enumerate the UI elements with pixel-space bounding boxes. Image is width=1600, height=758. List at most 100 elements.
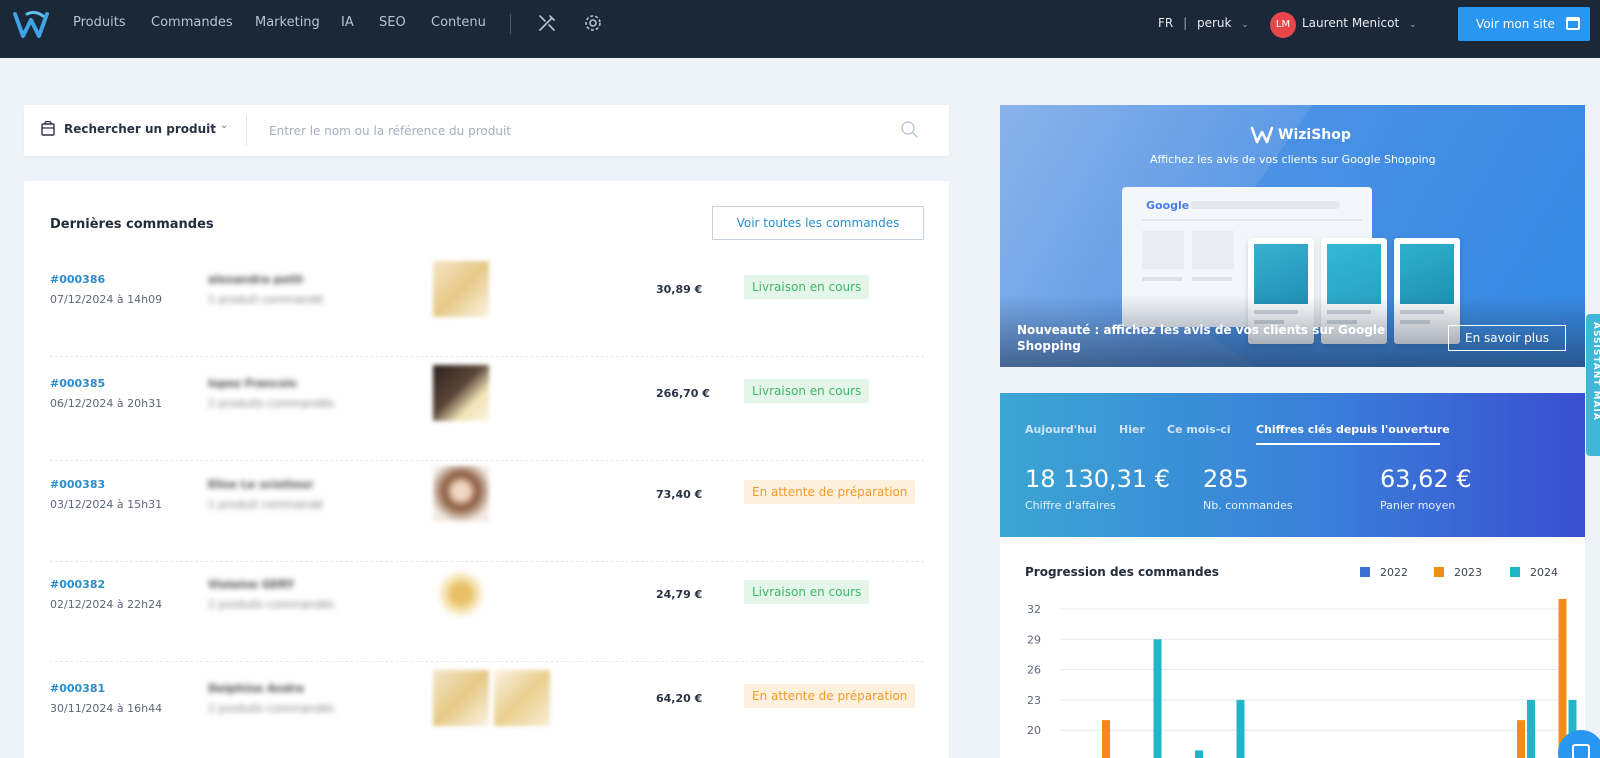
kpi-orders-label: Nb. commandes bbox=[1203, 499, 1293, 512]
chevron-down-icon[interactable]: ⌄ bbox=[220, 120, 228, 131]
kpi-revenue-value: 18 130,31 € bbox=[1025, 465, 1171, 493]
banner-brand: WiziShop bbox=[1278, 127, 1351, 143]
learn-more-button[interactable]: En savoir plus bbox=[1448, 325, 1566, 351]
bar-2024[interactable] bbox=[1153, 639, 1162, 758]
nav-marketing[interactable]: Marketing bbox=[255, 15, 320, 30]
bar-2024[interactable] bbox=[1236, 699, 1245, 758]
order-number[interactable]: #000385 bbox=[50, 377, 105, 390]
nav-ia[interactable]: IA bbox=[341, 15, 354, 30]
design-tools-icon[interactable] bbox=[537, 13, 557, 33]
order-number[interactable]: #000383 bbox=[50, 478, 105, 491]
search-separator bbox=[246, 115, 247, 146]
user-menu[interactable]: Laurent Menicot ⌄ bbox=[1302, 16, 1417, 30]
tab-yesterday[interactable]: Hier bbox=[1119, 423, 1145, 436]
google-shopping-banner[interactable]: WiziShop Affichez les avis de vos client… bbox=[1000, 105, 1585, 367]
nav-commandes[interactable]: Commandes bbox=[151, 15, 233, 30]
bar-2023[interactable] bbox=[1102, 720, 1110, 758]
gear-icon[interactable] bbox=[583, 13, 603, 33]
nav-seo[interactable]: SEO bbox=[379, 15, 406, 30]
y-tick-label: 20 bbox=[1027, 724, 1041, 737]
see-all-orders-button[interactable]: Voir toutes les commandes bbox=[712, 206, 924, 240]
order-date: 07/12/2024 à 14h09 bbox=[50, 293, 163, 306]
bar-2023[interactable] bbox=[1558, 598, 1567, 758]
orders-progression-card: Progression des commandes 2022 2023 2024… bbox=[1000, 537, 1585, 758]
order-amount: 30,89 € bbox=[656, 283, 703, 296]
product-tile-mockup bbox=[1142, 231, 1184, 269]
row-divider bbox=[50, 661, 924, 662]
legend-swatch bbox=[1434, 567, 1444, 577]
order-row[interactable]: #000385 06/12/2024 à 20h31 lopez Francoi… bbox=[50, 361, 924, 461]
row-divider bbox=[50, 460, 924, 461]
product-count: 2 produits commandés bbox=[208, 702, 335, 715]
line-mockup bbox=[1192, 277, 1232, 281]
assistant-tab[interactable]: ASSISTANT MAIA bbox=[1586, 314, 1600, 456]
tabs-mockup bbox=[1142, 219, 1362, 221]
nav-contenu[interactable]: Contenu bbox=[431, 15, 486, 30]
language-shop-selector[interactable]: FR | peruk ⌄ bbox=[1158, 16, 1249, 30]
product-thumbnail bbox=[433, 670, 489, 726]
tab-since-opening[interactable]: Chiffres clés depuis l'ouverture bbox=[1256, 423, 1450, 436]
order-number[interactable]: #000386 bbox=[50, 273, 105, 286]
bar-2024[interactable] bbox=[1195, 750, 1203, 758]
orders-title: Dernières commandes bbox=[50, 217, 214, 232]
search-type-selector[interactable]: Rechercher un produit bbox=[64, 122, 216, 136]
order-amount: 64,20 € bbox=[656, 692, 703, 705]
row-divider bbox=[50, 356, 924, 357]
wizishop-logo-icon[interactable] bbox=[11, 8, 53, 42]
view-site-button[interactable]: Voir mon site bbox=[1458, 7, 1590, 41]
banner-headline: Nouveauté : affichez les avis de vos cli… bbox=[1017, 323, 1386, 353]
order-row[interactable]: #000383 03/12/2024 à 15h31 Elise Le scio… bbox=[50, 462, 924, 562]
status-badge: Livraison en cours bbox=[744, 275, 870, 299]
legend-item-2024[interactable]: 2024 bbox=[1510, 566, 1558, 579]
product-tile-mockup bbox=[1192, 231, 1234, 269]
customer-name: alexandra petit bbox=[208, 273, 304, 286]
active-tab-indicator bbox=[1256, 443, 1440, 445]
bar-2023[interactable] bbox=[1517, 720, 1525, 758]
banner-tagline: Affichez les avis de vos clients sur Goo… bbox=[1150, 153, 1436, 166]
y-tick-label: 29 bbox=[1027, 633, 1041, 646]
key-figures-card: Aujourd'hui Hier Ce mois-ci Chiffres clé… bbox=[1000, 393, 1585, 537]
user-name: Laurent Menicot bbox=[1302, 16, 1400, 30]
tab-today[interactable]: Aujourd'hui bbox=[1025, 423, 1097, 436]
tab-this-month[interactable]: Ce mois-ci bbox=[1167, 423, 1231, 436]
product-count: 1 produit commandé bbox=[208, 498, 323, 511]
chat-icon bbox=[1572, 744, 1590, 758]
status-badge: En attente de préparation bbox=[744, 480, 916, 504]
legend-label: 2023 bbox=[1454, 566, 1482, 579]
bar-2024[interactable] bbox=[1527, 699, 1535, 758]
y-tick-label: 23 bbox=[1027, 694, 1041, 707]
search-icon[interactable] bbox=[900, 120, 920, 140]
order-number[interactable]: #000382 bbox=[50, 578, 105, 591]
legend-swatch bbox=[1360, 567, 1370, 577]
product-search-card: Rechercher un produit ⌄ bbox=[24, 105, 949, 156]
kpi-basket-label: Panier moyen bbox=[1380, 499, 1456, 512]
nav-separator bbox=[510, 14, 511, 34]
y-tick-label: 32 bbox=[1027, 603, 1041, 616]
product-thumbnail bbox=[494, 670, 550, 726]
legend-item-2022[interactable]: 2022 bbox=[1360, 566, 1408, 579]
legend-item-2023[interactable]: 2023 bbox=[1434, 566, 1482, 579]
order-row[interactable]: #000382 02/12/2024 à 22h24 Violaine GERY… bbox=[50, 562, 924, 662]
chart-title: Progression des commandes bbox=[1025, 565, 1219, 579]
line-mockup bbox=[1142, 277, 1182, 281]
chevron-down-icon: ⌄ bbox=[1241, 20, 1249, 30]
top-bar: Produits Commandes Marketing IA SEO Cont… bbox=[0, 0, 1600, 58]
order-number[interactable]: #000381 bbox=[50, 682, 105, 695]
language-label: FR bbox=[1158, 16, 1174, 30]
view-site-label: Voir mon site bbox=[1476, 17, 1555, 31]
product-count: 2 produits commandés bbox=[208, 598, 335, 611]
customer-name: Delphine Andre bbox=[208, 682, 305, 695]
customer-name: Violaine GERY bbox=[208, 578, 295, 591]
search-bar-mockup bbox=[1190, 201, 1340, 209]
status-badge: Livraison en cours bbox=[744, 379, 870, 403]
order-date: 30/11/2024 à 16h44 bbox=[50, 702, 163, 715]
y-tick-label: 26 bbox=[1027, 664, 1041, 677]
order-amount: 73,40 € bbox=[656, 488, 703, 501]
order-row[interactable]: #000386 07/12/2024 à 14h09 alexandra pet… bbox=[50, 257, 924, 357]
shop-label: peruk bbox=[1196, 16, 1232, 30]
search-input[interactable] bbox=[269, 115, 869, 146]
avatar[interactable]: LM bbox=[1270, 12, 1296, 38]
nav-produits[interactable]: Produits bbox=[73, 15, 126, 30]
status-badge: Livraison en cours bbox=[744, 580, 870, 604]
order-row[interactable]: #000381 30/11/2024 à 16h44 Delphine Andr… bbox=[50, 666, 924, 758]
